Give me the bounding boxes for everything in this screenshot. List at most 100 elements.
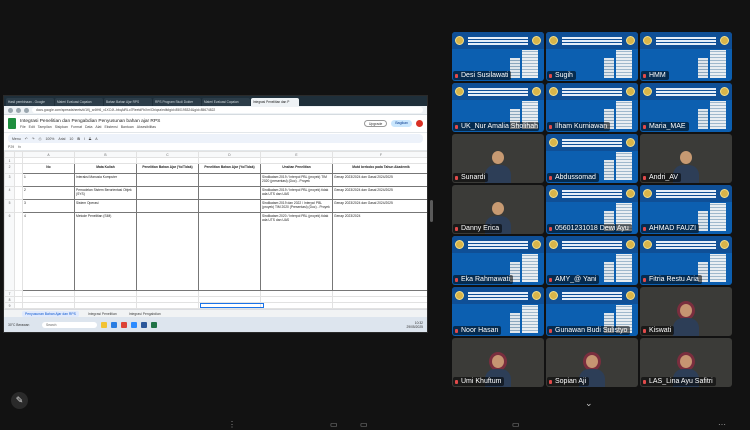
text-color-icon[interactable]: A bbox=[95, 137, 97, 141]
header-cell[interactable]: Penelitian Bahan Ajar (Yo/Tidak) bbox=[136, 163, 199, 174]
header-cell[interactable]: No bbox=[22, 163, 75, 174]
mic-icon[interactable]: ⋮ bbox=[228, 420, 236, 430]
menu-item[interactable]: Format bbox=[71, 125, 82, 129]
browser-tab[interactable]: Materi Evaluasi Capaian bbox=[55, 98, 103, 106]
participant-tile[interactable]: Fitria Restu Aria bbox=[640, 236, 732, 285]
row-number[interactable]: 5 bbox=[4, 199, 15, 213]
participant-tile[interactable]: LAS_Lina Ayu Safitri bbox=[640, 338, 732, 387]
cell[interactable] bbox=[14, 212, 23, 291]
data-cell[interactable] bbox=[198, 173, 261, 187]
doc-title[interactable]: Integrasi Penelitian dan Pengabdian Peny… bbox=[20, 119, 360, 124]
url-field[interactable]: docs.google.com/spreadsheets/d/1Kj_w4tH6… bbox=[32, 107, 423, 113]
menu-item[interactable]: Data bbox=[85, 125, 92, 129]
menu-item[interactable]: File bbox=[20, 125, 26, 129]
data-cell[interactable] bbox=[136, 212, 199, 291]
chat-icon[interactable]: ▭ bbox=[512, 420, 520, 430]
participant-tile[interactable]: HMM bbox=[640, 32, 732, 81]
file-explorer-icon[interactable] bbox=[101, 321, 107, 328]
data-cell[interactable]: Genap 2023/2024 dan Gasal 2024/2025 bbox=[332, 199, 427, 213]
header-cell[interactable]: Penelitian Bahan Ajar (Yo/Tidak) bbox=[198, 163, 261, 174]
excel-icon[interactable] bbox=[151, 321, 157, 328]
row-number[interactable]: 2 bbox=[4, 163, 15, 174]
more-icon[interactable]: ⋯ bbox=[718, 420, 726, 430]
participant-tile[interactable]: Sunardi bbox=[452, 134, 544, 183]
spreadsheet-grid[interactable]: ABCDEFG12NoMata KuliahPenelitian Bahan A… bbox=[4, 151, 427, 311]
pencil-icon[interactable]: ✎ bbox=[11, 392, 28, 409]
participant-tile[interactable]: Abdussomad bbox=[546, 134, 638, 183]
zoom-select[interactable]: 100% bbox=[45, 137, 54, 141]
row-number[interactable]: 3 bbox=[4, 173, 15, 187]
sheets-logo-icon[interactable] bbox=[8, 118, 16, 129]
data-cell[interactable]: 2 bbox=[22, 186, 75, 200]
participant-tile[interactable]: Ilham Kurniawan bbox=[546, 83, 638, 132]
browser-tab[interactable]: RPS Program Studi Dokter bbox=[153, 98, 201, 106]
participant-tile[interactable]: Sugih bbox=[546, 32, 638, 81]
bold-icon[interactable]: B bbox=[77, 137, 80, 141]
browser-tab[interactable]: Bahan Bahan Ajar RPS bbox=[104, 98, 152, 106]
menu-search[interactable]: Menu bbox=[12, 137, 21, 141]
cell[interactable] bbox=[14, 163, 23, 174]
data-cell[interactable]: Sindikatam 2019 / Interpol PBL (proyek) … bbox=[260, 173, 333, 187]
participant-tile[interactable]: AMY_@ Yani bbox=[546, 236, 638, 285]
header-cell[interactable]: Mata Kuliah bbox=[74, 163, 137, 174]
menu-item[interactable]: Edit bbox=[29, 125, 35, 129]
zoom-app-icon[interactable] bbox=[131, 321, 137, 328]
menu-item[interactable]: Bantuan bbox=[121, 125, 134, 129]
menu-item[interactable]: Sisipkan bbox=[55, 125, 68, 129]
data-cell[interactable]: Sistem Operasi bbox=[74, 199, 137, 213]
share-icon[interactable]: ▭ bbox=[360, 420, 368, 430]
menu-item[interactable]: Aksesibilitas bbox=[137, 125, 156, 129]
cell[interactable] bbox=[14, 199, 23, 213]
selected-cell[interactable] bbox=[200, 303, 264, 308]
data-cell[interactable]: Genap 2023/2024 bbox=[332, 212, 427, 291]
header-cell[interactable]: Mutd berbobo pada Tahun Akademik bbox=[332, 163, 427, 174]
chevron-down-icon[interactable]: ⌄ bbox=[585, 398, 593, 409]
participant-tile[interactable]: 05601231018 Dewi Ayu bbox=[546, 185, 638, 234]
data-cell[interactable]: Genap 2023/2024 dan Gasal 2024/2025 bbox=[332, 186, 427, 200]
participant-tile[interactable]: Eka Rahmawati bbox=[452, 236, 544, 285]
italic-icon[interactable]: I bbox=[84, 137, 85, 141]
header-cell[interactable]: Unsitan Penelitian bbox=[260, 163, 333, 174]
data-cell[interactable]: Metode Penelitian (SIM) bbox=[74, 212, 137, 291]
participant-tile[interactable]: UK_Nur Amalia Sholihah bbox=[452, 83, 544, 132]
menu-item[interactable]: Ekstensi bbox=[104, 125, 117, 129]
data-cell[interactable]: Sindikatam 2019 / Interpol PBL (proyek) … bbox=[260, 186, 333, 200]
data-cell[interactable] bbox=[136, 199, 199, 213]
share-button[interactable]: Bagikan bbox=[391, 120, 412, 127]
weather-widget[interactable]: 30°C Berawan bbox=[8, 323, 38, 327]
font-select[interactable]: Arial bbox=[58, 137, 65, 141]
browser-tab[interactable]: Materi Evaluasi Capaian bbox=[202, 98, 250, 106]
chrome-icon[interactable] bbox=[121, 321, 127, 328]
data-cell[interactable] bbox=[198, 199, 261, 213]
data-cell[interactable]: Sindikatam 2019 dan 2022 / Interpol PBL … bbox=[260, 199, 333, 213]
data-cell[interactable] bbox=[136, 173, 199, 187]
font-size-field[interactable]: 10 bbox=[69, 137, 73, 141]
participant-tile[interactable]: Andri_AV bbox=[640, 134, 732, 183]
participant-tile[interactable]: Sopian Aji bbox=[546, 338, 638, 387]
data-cell[interactable]: Pemodelan Sistem Berorientasi Objek (SYS… bbox=[74, 186, 137, 200]
sheet-tab[interactable]: Integrasi Penelitian bbox=[85, 311, 120, 317]
participant-tile[interactable]: Umi Khuftum bbox=[452, 338, 544, 387]
participant-tile[interactable]: Kiswati bbox=[640, 287, 732, 336]
shared-screen[interactable]: Hasil pembinaan - Google Materi Evaluasi … bbox=[3, 95, 428, 333]
data-cell[interactable]: 3 bbox=[22, 199, 75, 213]
cell[interactable] bbox=[14, 186, 23, 200]
data-cell[interactable] bbox=[198, 186, 261, 200]
cell[interactable] bbox=[14, 173, 23, 187]
participant-tile[interactable]: Gunawan Budi Sulistyo bbox=[546, 287, 638, 336]
word-icon[interactable] bbox=[141, 321, 147, 328]
menu-item[interactable]: Tampilan bbox=[38, 125, 52, 129]
account-avatar[interactable] bbox=[416, 120, 423, 127]
browser-tab[interactable]: Integrasi Penelitian dan P bbox=[251, 98, 299, 106]
data-cell[interactable]: 4 bbox=[22, 212, 75, 291]
participant-tile[interactable]: Maria_MAE bbox=[640, 83, 732, 132]
pane-resize-handle[interactable] bbox=[430, 200, 433, 222]
reload-icon[interactable] bbox=[24, 107, 29, 113]
participant-tile[interactable]: Noor Hasan bbox=[452, 287, 544, 336]
print-icon[interactable]: ⎙ bbox=[39, 137, 42, 141]
upgrade-button[interactable]: Upgrade bbox=[363, 120, 388, 127]
taskbar-search[interactable]: Search bbox=[42, 321, 97, 328]
participant-tile[interactable]: Danny Erica bbox=[452, 185, 544, 234]
row-number[interactable]: 6 bbox=[4, 212, 15, 291]
browser-icon[interactable] bbox=[111, 321, 117, 328]
